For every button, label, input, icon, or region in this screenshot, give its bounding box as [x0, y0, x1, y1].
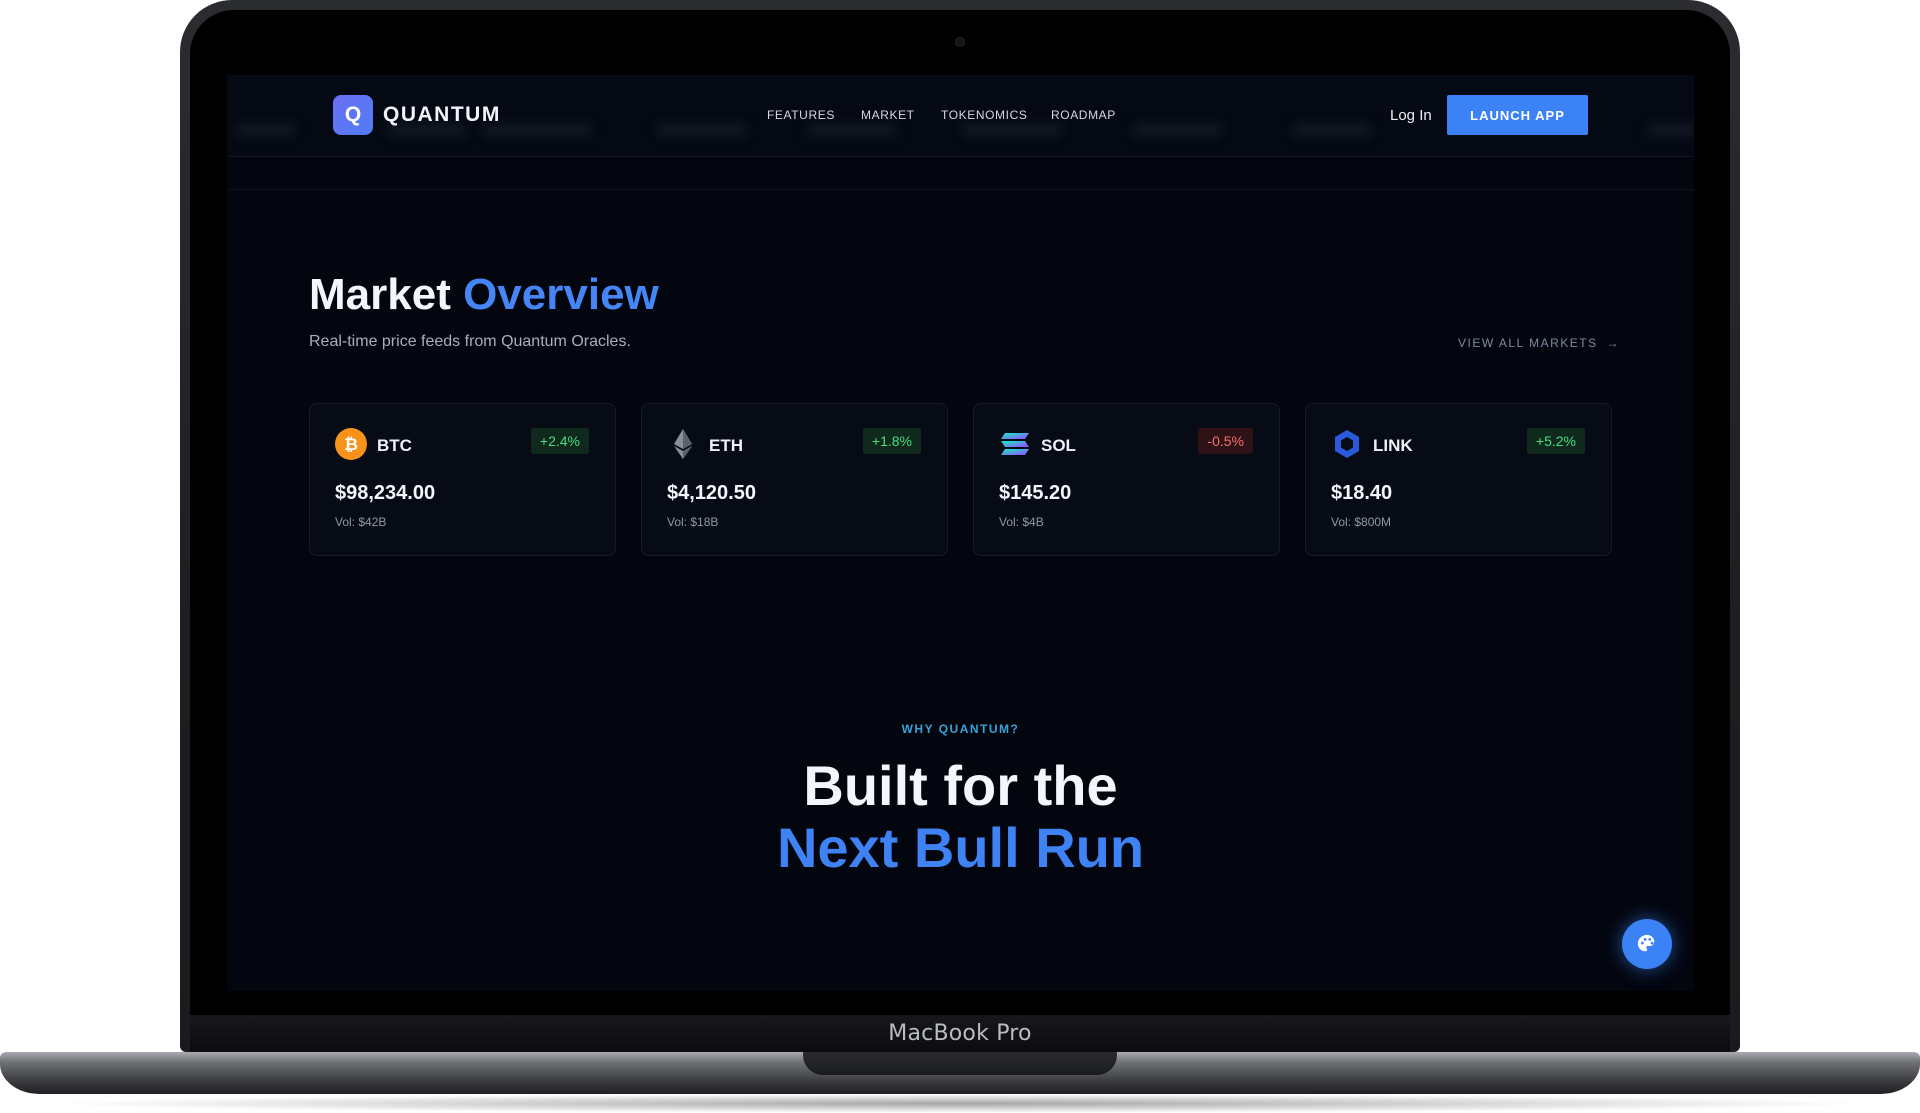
- market-card-link[interactable]: LINK +5.2% $18.40 Vol: $800M: [1305, 403, 1612, 556]
- change-badge: -0.5%: [1198, 428, 1253, 454]
- blurred-ticker: [807, 123, 897, 137]
- market-title-accent: Overview: [463, 270, 659, 319]
- nav-link-tokenomics[interactable]: TOKENOMICS: [941, 108, 1027, 122]
- change-badge: +2.4%: [530, 428, 589, 454]
- view-all-label: VIEW ALL MARKETS: [1458, 336, 1598, 350]
- card-symbol: ETH: [709, 436, 743, 455]
- laptop-chin: MacBook Pro: [190, 1015, 1730, 1052]
- section-divider: [227, 189, 1694, 190]
- headline-line1: Built for the: [803, 754, 1118, 817]
- chainlink-icon: [1335, 430, 1359, 458]
- brand-logo[interactable]: Q QUANTUM: [333, 95, 501, 135]
- card-symbol: SOL: [1041, 436, 1076, 455]
- laptop-notch: [803, 1052, 1117, 1075]
- nav-link-features[interactable]: FEATURES: [767, 108, 835, 122]
- laptop-shadow: [40, 1094, 1880, 1113]
- brand-name: QUANTUM: [383, 103, 501, 126]
- bitcoin-icon: ₿: [335, 428, 367, 460]
- login-link[interactable]: Log In: [1390, 107, 1432, 124]
- svg-text:₿: ₿: [344, 435, 358, 455]
- card-volume: Vol: $18B: [667, 515, 719, 529]
- solana-icon: [1001, 433, 1029, 455]
- section-eyebrow: WHY QUANTUM?: [901, 722, 1020, 736]
- card-symbol: LINK: [1373, 436, 1413, 455]
- change-badge: +5.2%: [1526, 428, 1585, 454]
- blurred-ticker: [1647, 123, 1694, 137]
- blurred-ticker: [1292, 123, 1372, 137]
- palette-icon: [1637, 934, 1655, 952]
- arrow-right-icon: →: [1606, 336, 1620, 350]
- market-title: Market Overview: [309, 270, 659, 320]
- market-subtitle: Real-time price feeds from Quantum Oracl…: [309, 333, 631, 350]
- blurred-ticker: [1132, 123, 1222, 137]
- card-price: $145.20: [999, 482, 1072, 504]
- brand-badge: Q: [333, 95, 373, 135]
- screen: Q QUANTUM FEATURES MARKET TOKENOMICS ROA…: [227, 75, 1694, 991]
- market-card-sol[interactable]: SOL -0.5% $145.20 Vol: $4B: [973, 403, 1280, 556]
- market-card-btc[interactable]: ₿ BTC +2.4% $98,234.00 Vol: $42B: [309, 403, 616, 556]
- nav-link-market[interactable]: MARKET: [861, 108, 915, 122]
- change-badge: +1.8%: [862, 428, 921, 454]
- blurred-ticker: [962, 123, 1062, 137]
- theme-button[interactable]: [1622, 919, 1672, 969]
- ethereum-icon: [674, 429, 692, 459]
- camera-icon: [955, 37, 965, 47]
- launch-app-button[interactable]: LAUNCH APP: [1447, 95, 1588, 135]
- card-price: $18.40: [1331, 482, 1393, 504]
- card-volume: Vol: $4B: [999, 515, 1044, 529]
- market-card-eth[interactable]: ETH +1.8% $4,120.50 Vol: $18B: [641, 403, 948, 556]
- card-volume: Vol: $42B: [335, 515, 387, 529]
- card-symbol: BTC: [377, 436, 412, 455]
- blurred-ticker: [657, 123, 747, 137]
- nav-link-roadmap[interactable]: ROADMAP: [1051, 108, 1116, 122]
- device-label: MacBook Pro: [888, 1021, 1032, 1046]
- navbar: Q QUANTUM FEATURES MARKET TOKENOMICS ROA…: [227, 75, 1694, 157]
- headline-line2: Next Bull Run: [776, 816, 1145, 879]
- card-price: $4,120.50: [667, 482, 756, 504]
- blurred-ticker: [235, 123, 295, 137]
- view-all-markets-link[interactable]: VIEW ALL MARKETS →: [1458, 336, 1620, 350]
- market-title-main: Market: [309, 270, 451, 319]
- card-volume: Vol: $800M: [1331, 515, 1392, 529]
- card-price: $98,234.00: [335, 482, 436, 504]
